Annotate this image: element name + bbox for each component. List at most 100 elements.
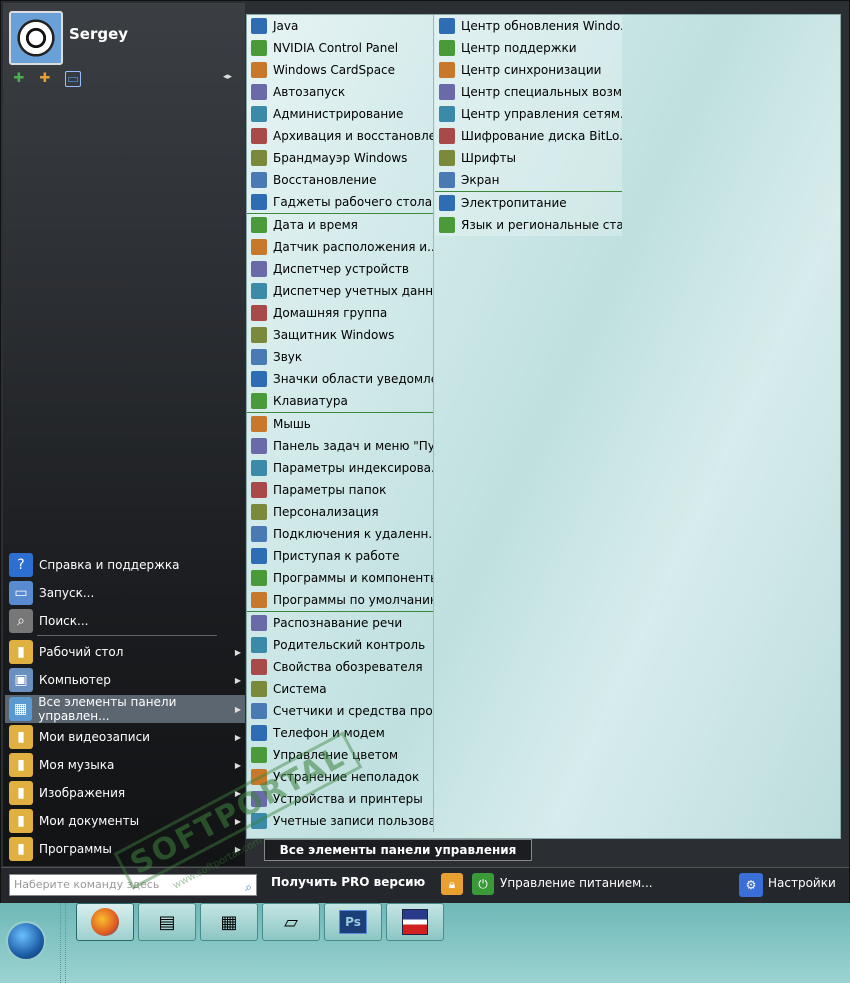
control-panel-item[interactable]: Windows CardSpace	[247, 59, 433, 81]
control-panel-item[interactable]: Архивация и восстановле...	[247, 125, 433, 147]
control-panel-item[interactable]: Восстановление	[247, 169, 433, 191]
control-panel-item[interactable]: Шифрование диска BitLo...	[435, 125, 622, 147]
search-icon[interactable]: ⌕	[245, 877, 252, 897]
system-icon	[251, 681, 267, 697]
control-panel-item[interactable]: Защитник Windows	[247, 324, 433, 346]
control-panel-item-label: Домашняя группа	[273, 306, 388, 320]
left-menu-separator	[37, 635, 217, 636]
left-menu-item[interactable]: ▮ Рабочий стол ▶	[5, 638, 245, 666]
control-panel-item[interactable]: Клавиатура	[247, 390, 433, 412]
control-panel-item[interactable]: Звук	[247, 346, 433, 368]
submenu-arrow-icon: ▶	[234, 675, 241, 685]
settings-button[interactable]: Настройки	[768, 876, 836, 890]
folder-icon: ▮	[9, 837, 33, 861]
submenu-arrow-icon: ▶	[234, 647, 241, 657]
left-menu-item-label: Справка и поддержка	[39, 558, 180, 572]
control-panel-item[interactable]: Автозапуск	[247, 81, 433, 103]
control-panel-item[interactable]: Панель задач и меню "Пу...	[247, 435, 433, 457]
control-panel-item[interactable]: Дата и время	[247, 214, 433, 236]
taskbar-button[interactable]	[386, 903, 444, 941]
settings-gear-icon[interactable]: ⚙	[739, 873, 763, 897]
left-menu-item[interactable]: ▣ Компьютер ▶	[5, 666, 245, 694]
control-panel-item-label: Диспетчер устройств	[273, 262, 410, 276]
taskbar-button[interactable]: Ps	[324, 903, 382, 941]
control-panel-item[interactable]: Домашняя группа	[247, 302, 433, 324]
control-panel-item[interactable]: Центр обновления Windo...	[435, 15, 622, 37]
control-panel-item[interactable]: Java	[247, 15, 433, 37]
taskbar: ▤ ▦ ▱ Ps	[0, 903, 850, 983]
control-panel-item-label: Значки области уведомле...	[273, 372, 433, 386]
admin-tools-icon	[251, 106, 267, 122]
control-panel-item[interactable]: Шрифты	[435, 147, 622, 169]
firefox-icon	[91, 908, 119, 936]
control-panel-item[interactable]: Система	[247, 678, 433, 700]
add-icon[interactable]: ✚	[11, 71, 27, 87]
control-panel-item[interactable]: Диспетчер учетных данных	[247, 280, 433, 302]
color-management-icon	[251, 747, 267, 763]
folder-options-icon	[251, 482, 267, 498]
control-panel-item[interactable]: Диспетчер устройств	[247, 258, 433, 280]
left-menu-item[interactable]: ▭ Запуск...	[5, 579, 245, 607]
left-menu-item[interactable]: ⌕ Поиск...	[5, 607, 245, 635]
control-panel-item[interactable]: Родительский контроль	[247, 634, 433, 656]
control-panel-item[interactable]: Мышь	[247, 413, 433, 435]
control-panel-item[interactable]: Персонализация	[247, 501, 433, 523]
performance-icon	[251, 703, 267, 719]
control-panel-item-label: Брандмауэр Windows	[273, 151, 408, 165]
control-panel-item[interactable]: Экран	[435, 169, 622, 191]
control-panel-item[interactable]: Свойства обозревателя	[247, 656, 433, 678]
control-panel-item-label: Распознавание речи	[273, 616, 403, 630]
control-panel-item[interactable]: Администрирование	[247, 103, 433, 125]
control-panel-item[interactable]: Язык и региональные ста...	[435, 214, 622, 236]
photoshop-icon: Ps	[339, 910, 367, 934]
control-panel-item[interactable]: Центр поддержки	[435, 37, 622, 59]
control-panel-item[interactable]: Электропитание	[435, 192, 622, 214]
control-panel-item[interactable]: Программы по умолчанию	[247, 589, 433, 611]
control-panel-submenu: Java NVIDIA Control Panel Windows CardSpac…	[246, 14, 841, 839]
speech-recognition-icon	[251, 615, 267, 631]
control-panel-item[interactable]: Счетчики и средства про...	[247, 700, 433, 722]
submenu-arrow-icon: ▶	[234, 704, 241, 714]
control-panel-item-label: Восстановление	[273, 173, 377, 187]
control-panel-item[interactable]: Датчик расположения и...	[247, 236, 433, 258]
control-panel-item[interactable]: Центр синхронизации	[435, 59, 622, 81]
lock-icon[interactable]: 🔒︎	[441, 873, 463, 895]
control-panel-item[interactable]: Центр управления сетям...	[435, 103, 622, 125]
start-orb-icon[interactable]	[6, 921, 46, 961]
user-avatar[interactable]	[9, 11, 63, 65]
expand-arrows-icon[interactable]: ◂▸	[223, 72, 232, 82]
window-icon[interactable]: ▭	[65, 71, 81, 87]
taskbar-button[interactable]: ▦	[200, 903, 258, 941]
control-panel-item[interactable]: Программы и компоненты	[247, 567, 433, 589]
left-menu-item-label: Компьютер	[39, 673, 111, 687]
control-panel-item[interactable]: NVIDIA Control Panel	[247, 37, 433, 59]
power-icon[interactable]: ⏻	[472, 873, 494, 895]
taskbar-button[interactable]	[76, 903, 134, 941]
taskbar-grip[interactable]	[60, 903, 66, 983]
taskbar-button[interactable]: ▱	[262, 903, 320, 941]
control-panel-item[interactable]: Брандмауэр Windows	[247, 147, 433, 169]
control-panel-item-label: Учетные записи пользова...	[273, 814, 433, 828]
get-pro-button[interactable]: Получить PRO версию	[271, 875, 425, 889]
left-menu-item-label: Изображения	[39, 786, 126, 800]
parental-controls-icon	[251, 637, 267, 653]
control-panel-item[interactable]: Параметры папок	[247, 479, 433, 501]
control-panel-item[interactable]: Значки области уведомле...	[247, 368, 433, 390]
taskbar-button[interactable]: ▤	[138, 903, 196, 941]
control-panel-item[interactable]: Параметры индексирова...	[247, 457, 433, 479]
control-panel-item[interactable]: Подключения к удаленн...	[247, 523, 433, 545]
left-menu-item[interactable]: ▮ Моя музыка ▶	[5, 751, 245, 779]
control-panel-item[interactable]: Гаджеты рабочего стола	[247, 191, 433, 213]
control-panel-item-label: Шифрование диска BitLo...	[461, 129, 622, 143]
power-management-button[interactable]: Управление питанием...	[500, 876, 653, 890]
control-panel-item-label: Windows CardSpace	[273, 63, 396, 77]
left-menu-item[interactable]: ▦ Все элементы панели управлен... ▶	[5, 695, 245, 723]
left-menu-item[interactable]: ▮ Мои видеозаписи ▶	[5, 723, 245, 751]
left-menu-item[interactable]: ? Справка и поддержка	[5, 551, 245, 579]
control-panel-item[interactable]: Приступая к работе	[247, 545, 433, 567]
control-panel-item[interactable]: Распознавание речи	[247, 612, 433, 634]
folder-icon: ▮	[9, 725, 33, 749]
folder-icon: ▮	[9, 753, 33, 777]
control-panel-item[interactable]: Центр специальных возм...	[435, 81, 622, 103]
remove-icon[interactable]: ✚	[37, 71, 53, 87]
